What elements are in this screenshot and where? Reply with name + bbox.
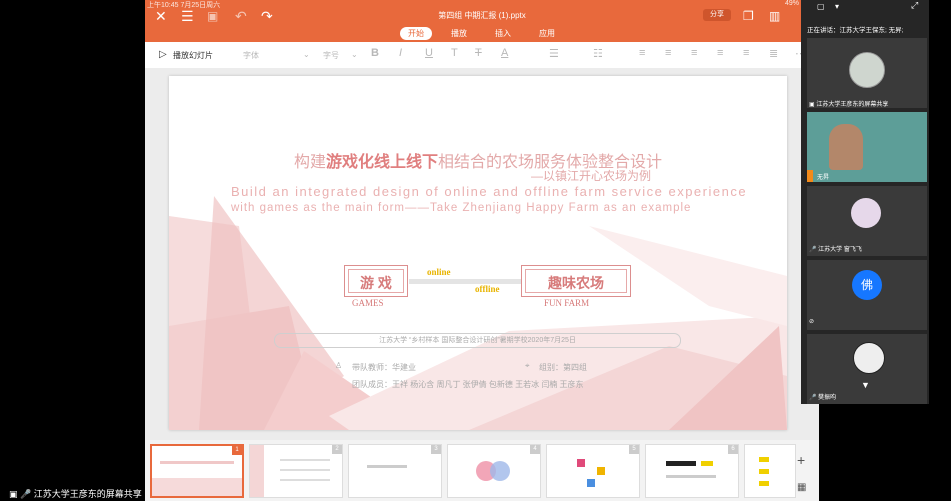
screen-share-label: ▣ 🎤 江苏大学王彦东的屏幕共享 <box>9 489 142 499</box>
person-icon: ♙ <box>335 361 343 370</box>
play-icon[interactable]: ▷ <box>159 49 167 60</box>
add-slide-icon[interactable]: + <box>797 452 805 468</box>
numbered-list-icon[interactable]: ☷ <box>593 47 603 60</box>
participant-name: 🎤 樊振昀 <box>809 395 837 401</box>
slide-info-bar: 江苏大学 “乡村样本 国际整合设计研创”暑期学校2020年7月25日 <box>274 333 681 348</box>
screen-share-icon: ▣ <box>9 489 18 499</box>
underline-icon[interactable]: U <box>425 47 433 59</box>
align-right-icon[interactable]: ≡ <box>717 47 723 59</box>
font-color-icon[interactable]: A <box>501 47 508 59</box>
battery-level: 49% <box>785 0 800 7</box>
avatar <box>851 198 881 228</box>
participant-tile-5[interactable]: ▼ 🎤 樊振昀 <box>807 334 927 404</box>
dropdown-icon[interactable]: ▾ <box>835 2 839 11</box>
current-slide[interactable]: 构建游戏化线上线下相结合的农场服务体验整合设计 —以镇江开心农场为例 Build… <box>169 76 787 430</box>
bold-icon[interactable]: B <box>371 47 379 59</box>
games-label-en: GAMES <box>352 298 384 308</box>
indent-icon[interactable]: ≡ <box>639 47 645 59</box>
participant-tile-3[interactable]: 🎤 江苏大学 窗飞飞 <box>807 186 927 256</box>
slide-canvas-area: 构建游戏化线上线下相结合的农场服务体验整合设计 —以镇江开心农场为例 Build… <box>145 68 819 440</box>
meeting-header: ▢ ▾ ⤢ <box>801 0 929 14</box>
wps-app-window: 上午10:45 7月25日周六 49% ✕ ☰ ▣ ↶ ↷ 第四组 中期汇报 (… <box>145 0 819 501</box>
chevron-down-icon: ⌄ <box>351 50 358 59</box>
justify-icon[interactable]: ≡ <box>743 47 749 59</box>
format-toolbar: ▷ 播放幻灯片 字体 ⌄ 字号 ⌄ B I U T T A ☰ ☷ ≡ ≡ ≡ … <box>145 42 819 69</box>
games-label-cn: 游 戏 <box>360 275 392 291</box>
thumbnail-slide-5[interactable]: 5 <box>546 444 640 498</box>
thumbnail-slide-3[interactable]: 3 <box>348 444 442 498</box>
slide-thumbnails: 1 2 3 4 5 6 + ▦ <box>145 440 819 501</box>
thumbnail-number: 1 <box>232 446 242 455</box>
thumbnail-slide-2[interactable]: 2 <box>249 444 343 498</box>
games-box: 游 戏 <box>344 265 408 297</box>
grid-view-icon[interactable]: ▦ <box>797 482 806 493</box>
offline-label: offline <box>475 284 500 294</box>
font-select[interactable]: 字体 <box>243 50 259 61</box>
microphone-icon: 🎤 <box>20 489 32 499</box>
thumbnail-slide-7[interactable] <box>744 444 796 498</box>
italic-icon[interactable]: I <box>399 47 402 59</box>
location-icon: ⌖ <box>525 361 530 370</box>
chevron-down-icon[interactable]: ▼ <box>861 380 870 390</box>
avatar <box>853 342 885 374</box>
font-size-select[interactable]: 字号 <box>323 50 339 61</box>
title-bar: 上午10:45 7月25日周六 49% ✕ ☰ ▣ ↶ ↷ 第四组 中期汇报 (… <box>145 0 819 42</box>
teacher-label: 带队教师：华建业 <box>352 363 416 372</box>
thumbnail-slide-6[interactable]: 6 <box>645 444 739 498</box>
screen-share-icon: ▣ <box>809 102 815 108</box>
tab-home[interactable]: 开始 <box>400 27 432 40</box>
window-icon[interactable]: ▢ <box>817 2 825 11</box>
line-spacing-icon[interactable]: ≣ <box>769 47 778 60</box>
text-shadow-icon[interactable]: T <box>451 47 458 59</box>
online-label: online <box>427 267 451 277</box>
members-label: 团队成员：王祥 杨沁含 周凡丁 张伊倩 包新德 王若冰 闫楠 王彦东 <box>352 380 584 389</box>
slide-title-en-line1: Build an integrated design of online and… <box>231 184 748 199</box>
bullet-list-icon[interactable]: ☰ <box>549 47 559 60</box>
tab-play[interactable]: 播放 <box>451 27 467 40</box>
thumbnail-number: 6 <box>728 445 738 454</box>
group-label: 组别：第四组 <box>539 363 587 372</box>
thumbnail-number: 3 <box>431 445 441 454</box>
ribbon-tabs: 开始 播放 插入 应用 <box>145 27 819 42</box>
participant-name: ▣ 江苏大学王彦东的屏幕共享 <box>809 102 889 108</box>
microphone-icon: 🎤 <box>809 247 817 253</box>
tab-apps[interactable]: 应用 <box>539 27 555 40</box>
participant-tile-4[interactable]: 佛 ⊘ <box>807 260 927 330</box>
farm-label-cn: 趣味农场 <box>548 275 604 291</box>
participant-name: 无昇 <box>817 175 830 181</box>
align-center-icon[interactable]: ≡ <box>691 47 697 59</box>
thumbnail-slide-4[interactable]: 4 <box>447 444 541 498</box>
slide-background-shapes <box>169 196 787 430</box>
participant-video <box>829 124 863 170</box>
thumbnail-slide-1[interactable]: 1 <box>150 444 244 498</box>
camera-off-icon: ⊘ <box>809 319 815 325</box>
microphone-icon: 🎤 <box>809 395 817 401</box>
speaking-indicator: 正在讲话：江苏大学王保东; 无昇; <box>807 27 904 34</box>
speaking-badge <box>807 170 813 182</box>
multiwindow-icon[interactable]: ❐ <box>743 8 754 24</box>
meeting-panel: ▢ ▾ ⤢ 正在讲话：江苏大学王保东; 无昇; ▣ 江苏大学王彦东的屏幕共享 无… <box>801 0 929 404</box>
thumbnail-number: 4 <box>530 445 540 454</box>
slide-subtitle-cn: —以镇江开心农场为例 <box>531 169 652 183</box>
align-left-icon[interactable]: ≡ <box>665 47 671 59</box>
strikethrough-icon[interactable]: T <box>475 47 482 59</box>
fullscreen-icon[interactable]: ⤢ <box>911 0 918 11</box>
farm-box: 趣味农场 <box>521 265 631 297</box>
slide-title-cn: 构建游戏化线上线下相结合的农场服务体验整合设计 <box>293 154 663 171</box>
tab-insert[interactable]: 插入 <box>495 27 511 40</box>
thumbnail-number: 5 <box>629 445 639 454</box>
slide-title-en-line2: with games as the main form——Take Zhenji… <box>231 202 692 214</box>
participant-name: 🎤 江苏大学 窗飞飞 <box>809 247 862 253</box>
participant-tile-2[interactable]: 无昇 <box>807 112 927 182</box>
avatar <box>849 52 885 88</box>
share-button[interactable]: 分享 <box>703 9 731 21</box>
participant-tile-1[interactable]: ▣ 江苏大学王彦东的屏幕共享 <box>807 38 927 108</box>
farm-label-en: FUN FARM <box>544 298 590 308</box>
avatar: 佛 <box>852 270 882 300</box>
chevron-down-icon: ⌄ <box>303 50 310 59</box>
thumbnail-number: 2 <box>332 445 342 454</box>
connector-bar <box>409 279 521 284</box>
play-slideshow-button[interactable]: 播放幻灯片 <box>173 50 213 61</box>
read-mode-icon[interactable]: ▥ <box>769 8 780 24</box>
